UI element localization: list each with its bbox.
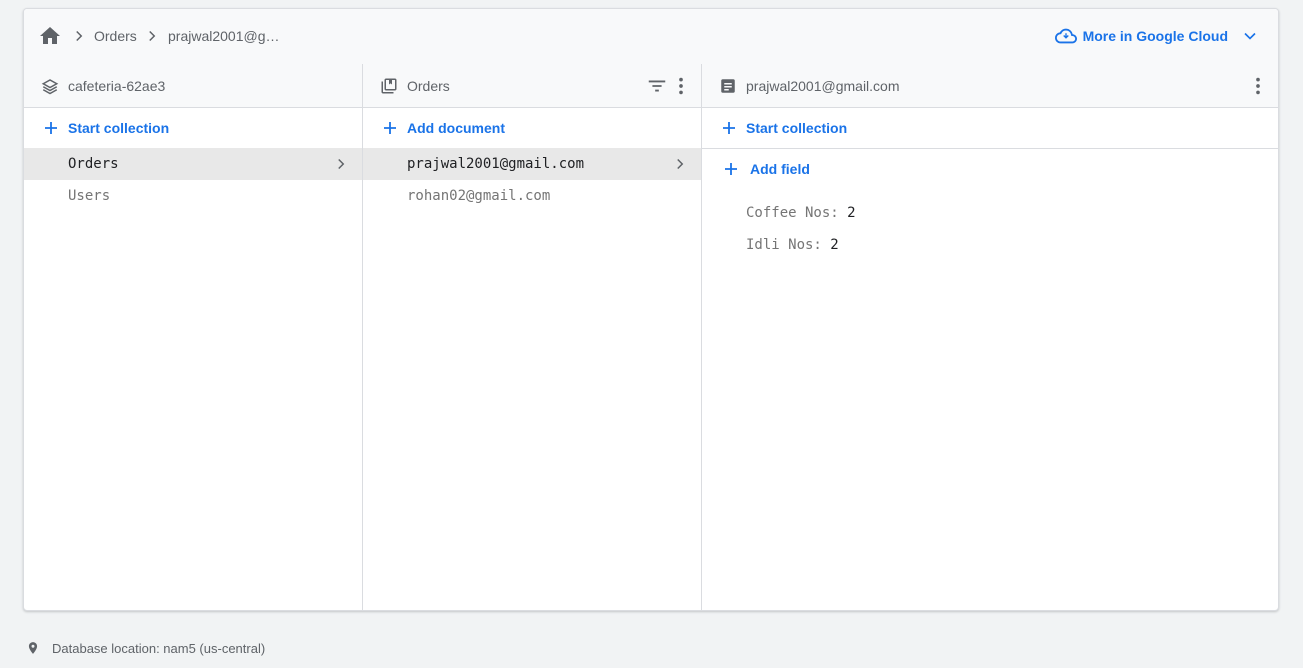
home-icon[interactable] — [38, 24, 62, 48]
document-icon — [721, 79, 735, 93]
collection-icon — [381, 78, 397, 94]
add-document-button[interactable]: Add document — [363, 108, 701, 148]
field-row[interactable]: Coffee Nos: 2 — [746, 204, 856, 222]
field-key: Coffee Nos: — [746, 205, 839, 221]
list-item-label: Orders — [68, 156, 119, 172]
plus-icon — [384, 122, 396, 134]
list-item-label: rohan02@gmail.com — [407, 188, 551, 204]
start-collection-label: Start collection — [68, 120, 170, 136]
location-pin-icon — [28, 642, 38, 654]
more-in-google-cloud-button[interactable]: More in Google Cloud — [1054, 24, 1260, 48]
add-field-button[interactable]: Add field — [702, 149, 1278, 189]
field-row[interactable]: Idli Nos: 2 — [746, 236, 839, 254]
field-key: Idli Nos: — [746, 237, 822, 253]
collection-header: Orders — [363, 64, 701, 108]
document-title: prajwal2001@gmail.com — [746, 78, 900, 94]
document-header: prajwal2001@gmail.com — [702, 64, 1278, 108]
breadcrumb-orders[interactable]: Orders — [94, 27, 137, 45]
stack-icon — [41, 79, 59, 95]
add-document-label: Add document — [407, 120, 505, 136]
field-value: 2 — [847, 205, 856, 221]
collection-item-orders[interactable]: Orders — [24, 148, 362, 180]
project-header: cafeteria-62ae3 — [24, 64, 362, 108]
firestore-panel: Orders prajwal2001@g… More in Google Clo… — [23, 8, 1279, 611]
start-collection-label: Start collection — [746, 120, 848, 136]
chevron-down-icon — [1244, 32, 1256, 40]
list-item-label: prajwal2001@gmail.com — [407, 156, 585, 172]
start-subcollection-button[interactable]: Start collection — [702, 108, 1278, 149]
plus-icon — [723, 122, 735, 134]
list-item-label: Users — [68, 188, 111, 204]
project-title: cafeteria-62ae3 — [68, 78, 166, 94]
field-value: 2 — [830, 237, 839, 253]
document-fields-panel: prajwal2001@gmail.com Start collection A… — [702, 64, 1278, 610]
chevron-right-icon — [677, 158, 684, 170]
breadcrumb: Orders prajwal2001@g… More in Google Clo… — [24, 9, 1278, 65]
documents-panel: Orders Add document prajwal2001@gmail.co… — [363, 64, 702, 610]
document-item-rohan[interactable]: rohan02@gmail.com — [363, 180, 701, 212]
plus-icon — [725, 163, 737, 175]
filter-icon[interactable] — [646, 75, 668, 97]
database-location: Database location: nam5 (us-central) — [26, 638, 265, 658]
chevron-right-icon — [149, 30, 156, 42]
more-vert-icon[interactable] — [1247, 75, 1269, 97]
document-item-prajwal[interactable]: prajwal2001@gmail.com — [363, 148, 701, 180]
add-field-label: Add field — [750, 161, 810, 177]
breadcrumb-document[interactable]: prajwal2001@g… — [168, 27, 280, 45]
cloud-icon — [1054, 28, 1077, 44]
collection-item-users[interactable]: Users — [24, 180, 362, 212]
chevron-right-icon — [338, 158, 345, 170]
more-vert-icon[interactable] — [670, 75, 692, 97]
plus-icon — [45, 122, 57, 134]
root-collections-panel: cafeteria-62ae3 Start collection Orders … — [24, 64, 363, 610]
database-location-text: Database location: nam5 (us-central) — [52, 640, 266, 656]
chevron-right-icon — [76, 30, 83, 42]
start-collection-button[interactable]: Start collection — [24, 108, 362, 148]
collection-title: Orders — [407, 78, 450, 94]
more-in-google-cloud-label: More in Google Cloud — [1082, 28, 1228, 44]
